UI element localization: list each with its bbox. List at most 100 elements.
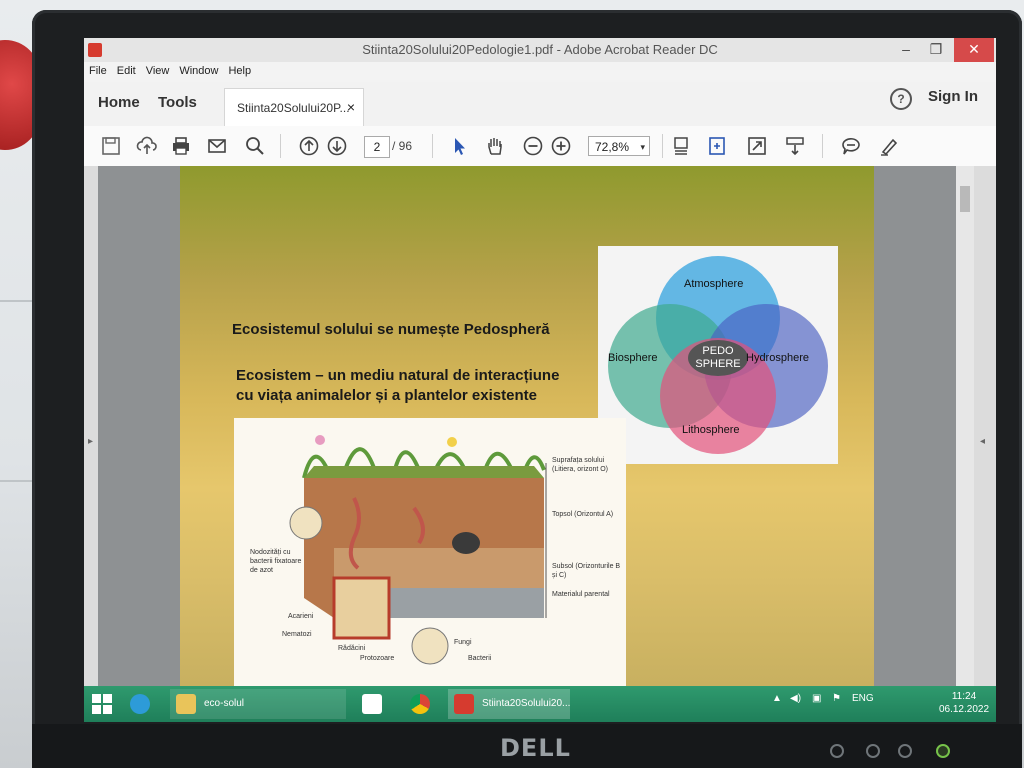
folder-icon	[176, 694, 196, 714]
previous-page-icon[interactable]	[298, 135, 320, 157]
menu-view[interactable]: View	[141, 62, 175, 80]
next-page-icon[interactable]	[326, 135, 348, 157]
venn-diagram: Atmosphere Biosphere Hydrosphere Lithosp…	[598, 246, 838, 464]
menu-edit[interactable]: Edit	[112, 62, 141, 80]
hand-tool-icon[interactable]	[484, 135, 506, 157]
monitor-button[interactable]	[898, 744, 912, 758]
taskbar-pdf[interactable]: Stiinta20Solului20...	[448, 689, 570, 719]
comment-icon[interactable]	[840, 135, 862, 157]
expand-right-pane-icon[interactable]: ◂	[980, 436, 985, 447]
toolbar-separator	[662, 134, 663, 158]
internet-explorer-icon	[130, 694, 150, 714]
page-number-input[interactable]: 2	[364, 136, 390, 158]
help-icon[interactable]: ?	[890, 88, 912, 110]
zoom-in-icon[interactable]	[550, 135, 572, 157]
search-icon[interactable]	[244, 135, 266, 157]
biosphere-label: Biosphere	[608, 352, 658, 364]
tab-tools[interactable]: Tools	[158, 94, 197, 111]
monitor-button[interactable]	[830, 744, 844, 758]
screen: Stiinta20Solului20Pedologie1.pdf - Adobe…	[84, 38, 996, 722]
maximize-button[interactable]: ❐	[922, 38, 950, 62]
soil-label-nodules: Nodozități cu bacterii fixatoare de azot	[250, 549, 302, 574]
left-pane-collapsed[interactable]: ▸	[84, 166, 98, 686]
taskbar-chrome[interactable]	[404, 689, 440, 719]
soil-profile-illustration: Suprafața solului (Litiera, orizont O) T…	[234, 418, 626, 686]
soil-label-mites: Acarieni	[288, 613, 314, 620]
taskbar: eco-solul Stiinta20Solului20... ▲ ◀) ▣ ⚑…	[84, 686, 996, 722]
pdf-page: Ecosistemul solului se numește Pedospher…	[180, 166, 874, 686]
slide-definition: Ecosistem – un mediu natural de interacț…	[236, 366, 606, 406]
windows-start-icon[interactable]	[92, 694, 112, 714]
tab-bar: Home Tools Stiinta20Solului20P... ×	[84, 82, 996, 127]
taskbar-pdf-label: Stiinta20Solului20...	[482, 698, 571, 709]
tab-home[interactable]: Home	[98, 94, 140, 111]
rotate-view-icon[interactable]	[706, 135, 728, 157]
store-icon	[362, 694, 382, 714]
tab-document[interactable]: Stiinta20Solului20P... ×	[224, 88, 364, 126]
menu-window[interactable]: Window	[174, 62, 223, 80]
download-keyboard-icon[interactable]	[784, 135, 806, 157]
chrome-icon	[410, 694, 430, 714]
monitor-button[interactable]	[866, 744, 880, 758]
print-icon[interactable]	[170, 135, 192, 157]
tray-chevron-icon[interactable]: ▲	[772, 693, 782, 704]
taskbar-explorer[interactable]: eco-solul	[170, 689, 346, 719]
save-icon[interactable]	[100, 135, 122, 157]
page-total: / 96	[392, 139, 413, 153]
definition-line: cu viața animalelor și a plantelor exist…	[236, 387, 537, 404]
tab-close-icon[interactable]: ×	[347, 99, 355, 115]
toolbar-separator	[822, 134, 823, 158]
flag-icon[interactable]: ⚑	[832, 693, 841, 704]
menu-file[interactable]: File	[84, 62, 112, 80]
flower	[315, 435, 325, 445]
atmosphere-label: Atmosphere	[684, 278, 744, 290]
select-cursor-icon[interactable]	[448, 135, 470, 157]
nodules-magnifier	[289, 506, 323, 540]
hydrosphere-label: Hydrosphere	[746, 352, 809, 364]
zoom-out-icon[interactable]	[522, 135, 544, 157]
email-icon[interactable]	[206, 135, 228, 157]
close-button[interactable]: ✕	[954, 38, 994, 62]
toolbar-separator	[432, 134, 433, 158]
lithosphere-label: Lithosphere	[682, 424, 740, 436]
pen-sign-icon[interactable]	[878, 135, 900, 157]
zoom-select[interactable]: 72,8% ▾	[588, 136, 650, 156]
pedosphere-line: SPHERE	[695, 358, 741, 370]
soil-label-parent: Materialul parental	[552, 591, 610, 598]
tab-document-label: Stiinta20Solului20P...	[237, 101, 350, 115]
menu-help[interactable]: Help	[223, 62, 256, 80]
soil-label-roots: Rădăcini	[338, 645, 366, 652]
toolbar: 2 / 96 72,8% ▾	[84, 126, 996, 167]
soil-label-protozoa: Protozoare	[360, 655, 395, 662]
soil-label-fungi: Fungi	[454, 639, 472, 646]
soil-label-nematodes: Nematozi	[282, 631, 312, 638]
volume-icon[interactable]: ◀)	[790, 693, 801, 704]
microbes-magnifier	[411, 627, 449, 665]
soil-label-surface: Suprafața solului (Litiera, orizont O)	[552, 457, 609, 473]
dell-logo: DELL	[500, 734, 571, 762]
chevron-down-icon: ▾	[640, 142, 645, 152]
sign-in-button[interactable]: Sign In	[928, 88, 978, 105]
full-screen-icon[interactable]	[746, 135, 768, 157]
expand-left-pane-icon[interactable]: ▸	[88, 436, 93, 447]
clock-time: 11:24	[951, 691, 977, 702]
upload-cloud-icon[interactable]	[136, 135, 158, 157]
minimize-button[interactable]: –	[892, 38, 920, 62]
document-area[interactable]: ▸ Ecosistemul solului se numește Pedosph…	[84, 166, 996, 686]
pedosphere-line: PEDO	[702, 345, 734, 357]
taskbar-store[interactable]	[356, 689, 392, 719]
fit-page-icon[interactable]	[670, 135, 692, 157]
clock[interactable]: 11:24 06.12.2022	[934, 690, 994, 716]
language-indicator[interactable]: ENG	[852, 693, 874, 704]
vertical-scrollbar[interactable]	[956, 166, 974, 686]
power-button[interactable]	[936, 744, 950, 758]
clock-date: 06.12.2022	[938, 704, 990, 715]
taskbar-explorer-label: eco-solul	[204, 698, 245, 709]
right-pane-collapsed[interactable]: ◂	[974, 166, 996, 686]
network-icon[interactable]: ▣	[812, 693, 821, 704]
soil-label-subsoil: Subsol (Orizonturile B și C)	[552, 563, 621, 579]
magnified-cutout	[332, 576, 391, 640]
soil-label-bacteria: Bacterii	[468, 655, 492, 662]
taskbar-ie[interactable]	[124, 689, 164, 719]
scroll-thumb[interactable]	[960, 186, 970, 212]
